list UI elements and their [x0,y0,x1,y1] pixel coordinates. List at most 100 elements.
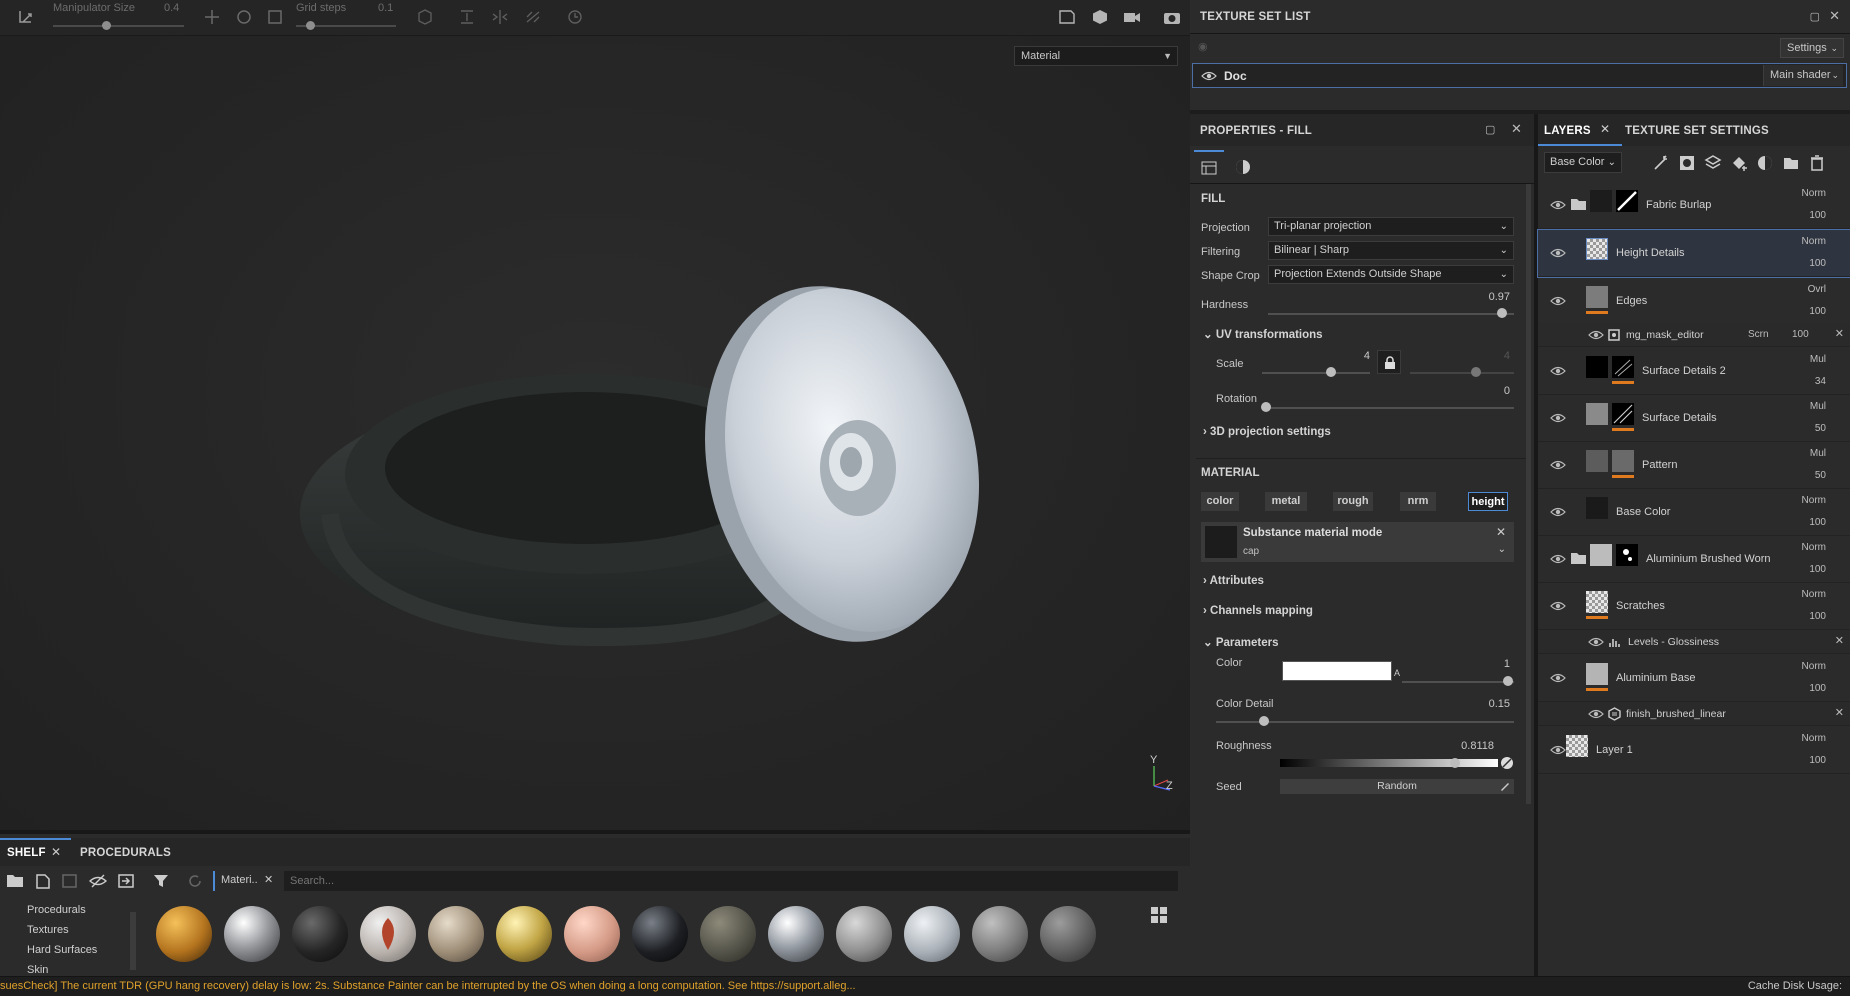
tab-material-properties[interactable] [1228,152,1258,182]
hardness-slider-track[interactable] [1268,313,1514,315]
layer-row-fabric-burlap[interactable]: Fabric Burlap Norm 100 [1538,182,1850,229]
transform-icon[interactable] [16,8,36,26]
color-picker-icon[interactable] [1500,756,1514,770]
close-icon[interactable]: ✕ [1835,634,1844,647]
color-alpha-slider-track[interactable] [1402,681,1514,683]
tab-fill-properties[interactable] [1194,150,1224,182]
layer-row-surface-details-2[interactable]: Surface Details 2 Mul 34 [1538,348,1850,395]
eye-icon[interactable] [1550,295,1566,307]
texture-set-item-doc[interactable]: Doc Main shader ⌄ [1192,63,1847,88]
blend-mode[interactable]: Norm [1766,542,1826,553]
channel-nrm-toggle[interactable]: nrm [1400,492,1436,511]
settings-dropdown[interactable]: Settings ⌄ [1780,38,1844,58]
color-swatch[interactable] [1282,661,1392,681]
rotate-icon[interactable] [234,8,254,26]
uv-section-toggle[interactable]: ⌄ UV transformations [1203,327,1323,341]
properties-scrollbar[interactable] [1526,184,1531,804]
layer-row-pattern[interactable]: Pattern Mul 50 [1538,442,1850,489]
seed-random-button[interactable]: Random [1280,779,1514,794]
layer-row-base-color[interactable]: Base Color Norm 100 [1538,489,1850,536]
tab-layers[interactable]: LAYERS ✕ [1538,114,1622,146]
hardness-slider-knob[interactable] [1497,308,1507,318]
tab-shelf[interactable]: SHELF ✕ [0,838,71,866]
layer-opacity[interactable]: 100 [1766,564,1826,575]
layer-row-surface-details[interactable]: Surface Details Mul 50 [1538,395,1850,442]
cube-icon[interactable] [415,8,435,26]
blend-mode[interactable]: Mul [1766,354,1826,365]
mirror-icon[interactable] [490,8,510,26]
eye-icon[interactable] [1588,636,1604,648]
material-thumb-11[interactable] [836,906,892,962]
eye-icon[interactable] [1550,672,1566,684]
category-textures[interactable]: Textures [27,924,69,936]
scale-slider-knob[interactable] [1326,367,1336,377]
viewport-2d-icon[interactable] [1057,8,1077,26]
material-thumb-8[interactable] [632,906,688,962]
symmetry-icon[interactable] [523,8,543,26]
roughness-slider-knob[interactable] [1450,758,1460,768]
layer-opacity[interactable]: 50 [1766,423,1826,434]
eye-icon[interactable] [1550,199,1566,211]
layer-row-aluminium-base[interactable]: Aluminium Base Norm 100 [1538,655,1850,702]
chevron-down-icon[interactable]: ⌄ [1498,544,1506,555]
channel-select[interactable]: Base Color ⌄ [1544,152,1622,173]
material-thumb-10[interactable] [768,906,824,962]
categories-scrollbar[interactable] [130,912,136,970]
eye-icon[interactable]: ◉ [1198,40,1208,53]
3d-viewport[interactable]: Material ▼ Y Z [0,36,1190,830]
eye-icon[interactable] [1588,329,1604,341]
layer-opacity[interactable]: 100 [1766,755,1826,766]
align-icon[interactable] [457,8,477,26]
scale-v-slider-track[interactable] [1410,372,1514,374]
screenshot-camera-icon[interactable] [1162,8,1182,26]
blend-mode[interactable]: Scrn [1748,329,1769,340]
filtering-select[interactable]: Bilinear | Sharp ⌄ [1268,241,1514,260]
category-procedurals[interactable]: Procedurals [27,904,86,916]
layer-opacity[interactable]: 100 [1766,210,1826,221]
scale-icon[interactable] [265,8,285,26]
camera-video-icon[interactable] [1122,8,1142,26]
history-icon[interactable] [565,8,585,26]
scale-v-slider-knob[interactable] [1471,367,1481,377]
eye-icon[interactable] [1550,744,1566,756]
blend-mode[interactable]: Norm [1766,495,1826,506]
import-icon[interactable] [117,873,135,889]
layer-row-layer-1[interactable]: Layer 1 Norm 100 [1538,727,1850,774]
filter-icon[interactable] [152,873,170,889]
layer-opacity[interactable]: 34 [1766,376,1826,387]
category-skin[interactable]: Skin [27,964,48,976]
channel-metal-toggle[interactable]: metal [1265,492,1307,511]
eye-icon[interactable] [1550,553,1566,565]
shape-crop-select[interactable]: Projection Extends Outside Shape ⌄ [1268,265,1514,284]
blend-mode[interactable]: Norm [1766,188,1826,199]
projection-select[interactable]: Tri-planar projection ⌄ [1268,217,1514,236]
tab-texture-set-settings[interactable]: TEXTURE SET SETTINGS [1625,125,1769,137]
sub-row-finish-brushed-linear[interactable]: finish_brushed_linear ✕ [1538,702,1850,726]
material-thumb-6[interactable] [496,906,552,962]
material-thumb-3[interactable] [292,906,348,962]
viewport-3d-icon[interactable] [1090,8,1110,26]
manipulator-size-knob[interactable] [102,21,111,30]
close-icon[interactable]: ✕ [1829,8,1840,24]
layer-opacity[interactable]: 100 [1766,258,1826,269]
eye-icon[interactable] [1550,459,1566,471]
blend-mode[interactable]: Mul [1766,448,1826,459]
delete-icon[interactable] [1808,154,1826,172]
add-folder-icon[interactable] [1782,154,1800,172]
eye-icon[interactable] [1588,708,1604,720]
magic-wand-icon[interactable] [1652,154,1670,172]
material-thumb-2[interactable] [224,906,280,962]
color-alpha-slider-knob[interactable] [1503,676,1513,686]
new-shelf-icon[interactable] [34,873,52,889]
attributes-section-toggle[interactable]: › Attributes [1203,575,1264,587]
category-hard-surfaces[interactable]: Hard Surfaces [27,944,97,956]
search-input[interactable] [284,871,1178,891]
material-thumb-4[interactable] [360,906,416,962]
blend-mode[interactable]: Norm [1766,733,1826,744]
sub-row-levels-glossiness[interactable]: Levels - Glossiness ✕ [1538,630,1850,654]
close-icon[interactable]: ✕ [1496,525,1506,539]
blend-mode[interactable]: Norm [1766,589,1826,600]
effect-opacity[interactable]: 100 [1792,329,1809,340]
lock-ratio-button[interactable] [1377,350,1401,374]
channels-mapping-section-toggle[interactable]: › Channels mapping [1203,605,1313,617]
